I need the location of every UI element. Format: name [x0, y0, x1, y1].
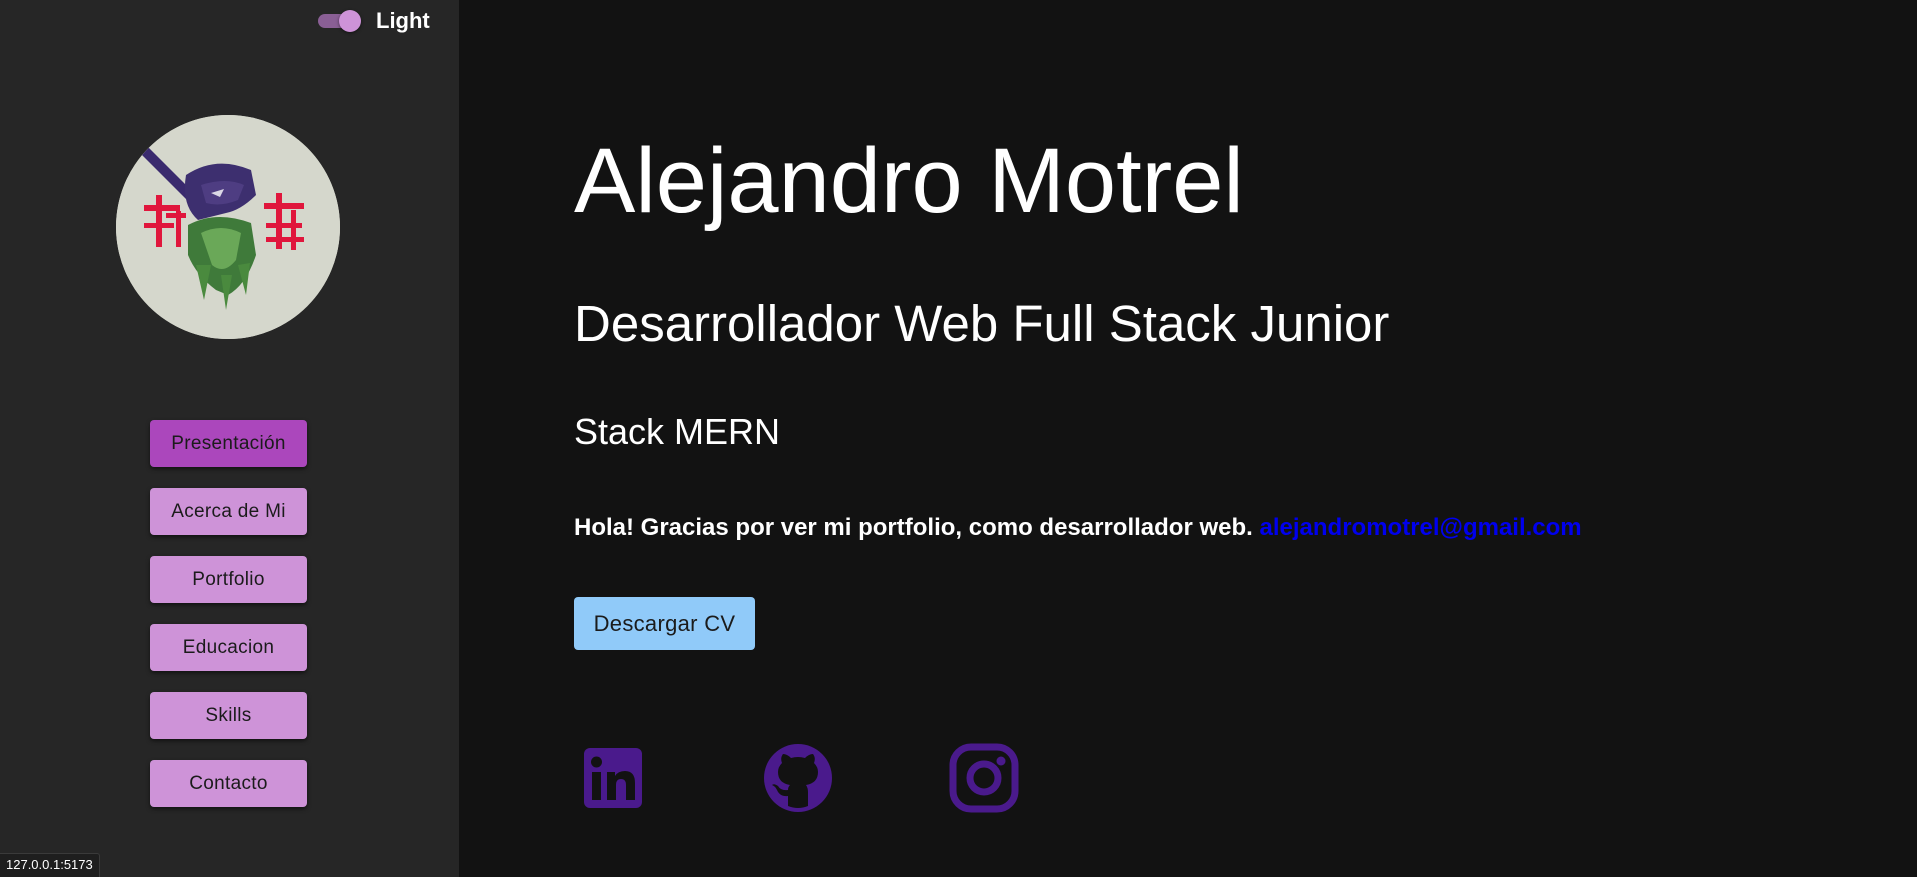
- switch-thumb[interactable]: [339, 10, 361, 32]
- email-link[interactable]: alejandromotrel@gmail.com: [1260, 514, 1582, 541]
- page-title: Alejandro Motrel: [574, 130, 1244, 232]
- instagram-icon[interactable]: [948, 742, 1020, 814]
- intro-paragraph: Hola! Gracias por ver mi portfolio, como…: [574, 514, 1582, 543]
- sidebar-nav: Presentación Acerca de Mi Portfolio Educ…: [150, 420, 307, 828]
- avatar-image: [116, 115, 340, 339]
- github-icon[interactable]: [762, 742, 834, 814]
- stack-title: Stack MERN: [574, 411, 781, 452]
- nav-button-skills[interactable]: Skills: [150, 692, 307, 739]
- avatar: [116, 115, 340, 339]
- nav-button-acerca-de-mi[interactable]: Acerca de Mi: [150, 488, 307, 535]
- intro-text: Hola! Gracias por ver mi portfolio, como…: [574, 514, 1253, 541]
- nav-button-educacion[interactable]: Educacion: [150, 624, 307, 671]
- theme-toggle[interactable]: Light: [316, 6, 430, 36]
- sidebar: Light Presentación Acerca de Mi Portfoli…: [0, 0, 459, 877]
- job-title: Desarrollador Web Full Stack Junior: [574, 295, 1390, 352]
- download-cv-button[interactable]: Descargar CV: [574, 597, 755, 650]
- nav-button-presentacion[interactable]: Presentación: [150, 420, 307, 467]
- linkedin-icon[interactable]: [578, 742, 650, 814]
- nav-button-portfolio[interactable]: Portfolio: [150, 556, 307, 603]
- theme-switch[interactable]: [316, 6, 366, 36]
- theme-toggle-label: Light: [376, 8, 430, 33]
- status-bar-url: 127.0.0.1:5173: [0, 853, 100, 877]
- nav-button-contacto[interactable]: Contacto: [150, 760, 307, 807]
